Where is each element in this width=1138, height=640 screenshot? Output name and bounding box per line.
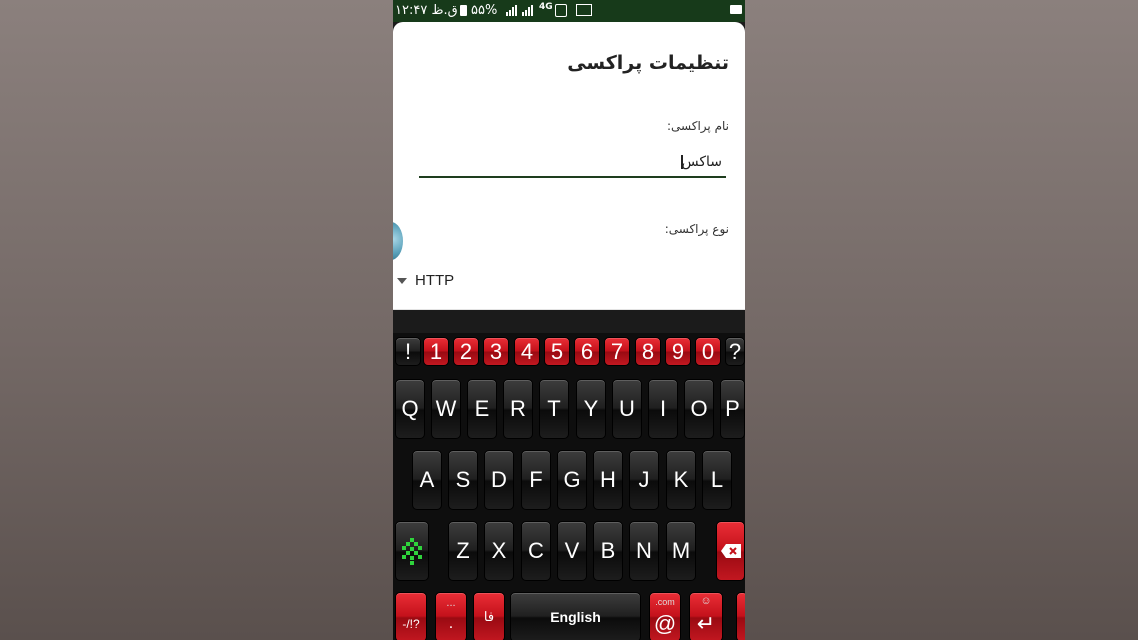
proxy-settings-dialog: تنظیمات پراکسی نام پراکسی: نوع پراکسی: H… xyxy=(393,22,745,310)
dropdown-arrow-icon xyxy=(397,278,407,284)
key-b[interactable]: B xyxy=(593,521,623,581)
space-key[interactable]: English xyxy=(510,592,641,640)
battery-percent: ۵۵% xyxy=(471,3,498,18)
key-i[interactable]: I xyxy=(648,379,678,439)
phone-screen: ۱۲:۴۷ ق.ظ ۵۵% 4G تنظیمات پراکسی نام پراک… xyxy=(393,0,745,640)
symbols-label: -/!? xyxy=(402,617,420,631)
key-7[interactable]: 7 xyxy=(604,337,630,366)
proxy-name-label: نام پراکسی: xyxy=(667,119,729,133)
key-l[interactable]: L xyxy=(702,450,732,510)
key-9[interactable]: 9 xyxy=(665,337,691,366)
key-s[interactable]: S xyxy=(448,450,478,510)
key-h[interactable]: H xyxy=(593,450,623,510)
key-v[interactable]: V xyxy=(557,521,587,581)
key-w[interactable]: W xyxy=(431,379,461,439)
signal-2-icon xyxy=(522,5,534,20)
key-d[interactable]: D xyxy=(484,450,514,510)
signal-icon xyxy=(506,5,518,20)
proxy-type-label: نوع پراکسی: xyxy=(664,222,729,236)
key-q[interactable]: Q xyxy=(395,379,425,439)
period-label: . xyxy=(448,615,454,632)
key-z[interactable]: Z xyxy=(448,521,478,581)
edge-key[interactable] xyxy=(736,592,745,640)
key-j[interactable]: J xyxy=(629,450,659,510)
key-4[interactable]: 4 xyxy=(514,337,540,366)
at-key[interactable]: .com @ xyxy=(649,592,681,640)
key-1[interactable]: 1 xyxy=(423,337,449,366)
language-switch-key[interactable]: فا xyxy=(473,592,505,640)
network-type: 4G xyxy=(539,2,553,12)
proxy-name-input[interactable] xyxy=(419,148,726,178)
shift-arrow-icon xyxy=(402,538,422,565)
enter-icon: ↵ xyxy=(696,611,716,636)
battery-saver-icon xyxy=(730,5,742,14)
shift-key[interactable] xyxy=(395,521,429,581)
key-r[interactable]: R xyxy=(503,379,533,439)
key-g[interactable]: G xyxy=(557,450,587,510)
at-label: @ xyxy=(653,611,677,636)
key-0[interactable]: 0 xyxy=(695,337,721,366)
enter-key[interactable]: ☺ ↵ xyxy=(689,592,723,640)
backspace-key[interactable] xyxy=(716,521,745,581)
proxy-type-spinner[interactable]: HTTP xyxy=(397,270,517,294)
battery-icon xyxy=(460,5,467,20)
key-2[interactable]: 2 xyxy=(453,337,479,366)
app-icon xyxy=(555,4,567,17)
divider xyxy=(393,309,745,310)
status-time: ۱۲:۴۷ ق.ظ xyxy=(395,3,458,18)
key-o[interactable]: O xyxy=(684,379,714,439)
key-t[interactable]: T xyxy=(539,379,569,439)
status-bar: ۱۲:۴۷ ق.ظ ۵۵% 4G xyxy=(393,0,745,22)
proxy-type-value: HTTP xyxy=(415,272,455,289)
key-8[interactable]: 8 xyxy=(635,337,661,366)
text-cursor xyxy=(681,155,683,169)
key-3[interactable]: 3 xyxy=(483,337,509,366)
keyboard: ! 1 2 3 4 5 6 7 8 9 0 ? Q W E R T Y U I … xyxy=(393,333,745,640)
emoji-icon: ☺ xyxy=(700,595,712,607)
key-n[interactable]: N xyxy=(629,521,659,581)
key-x[interactable]: X xyxy=(484,521,514,581)
period-key[interactable]: ... . xyxy=(435,592,467,640)
key-e[interactable]: E xyxy=(467,379,497,439)
key-k[interactable]: K xyxy=(666,450,696,510)
key-p[interactable]: P xyxy=(720,379,745,439)
key-u[interactable]: U xyxy=(612,379,642,439)
dotcom-label: .com xyxy=(655,597,675,607)
key-y[interactable]: Y xyxy=(576,379,606,439)
key-a[interactable]: A xyxy=(412,450,442,510)
dots-label: ... xyxy=(446,597,456,609)
cast-icon xyxy=(576,4,592,16)
dialog-title: تنظیمات پراکسی xyxy=(567,52,729,74)
key-m[interactable]: M xyxy=(666,521,696,581)
key-5[interactable]: 5 xyxy=(544,337,570,366)
key-f[interactable]: F xyxy=(521,450,551,510)
symbols-key[interactable]: -/!? xyxy=(395,592,427,640)
key-exclamation[interactable]: ! xyxy=(395,337,421,366)
key-c[interactable]: C xyxy=(521,521,551,581)
key-question[interactable]: ? xyxy=(725,337,745,366)
backspace-icon xyxy=(720,544,741,558)
globe-icon xyxy=(393,222,403,260)
key-6[interactable]: 6 xyxy=(574,337,600,366)
